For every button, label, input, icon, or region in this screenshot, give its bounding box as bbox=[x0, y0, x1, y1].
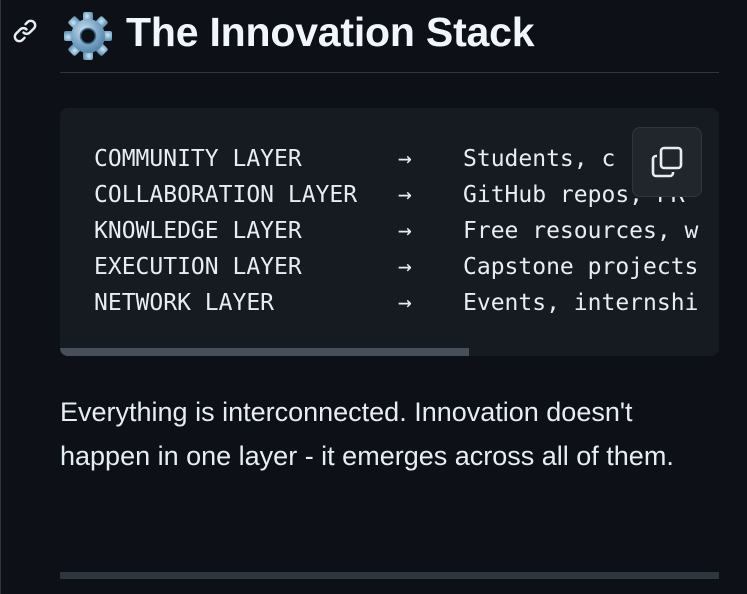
copy-icon bbox=[651, 146, 683, 178]
layer-label: COMMUNITY LAYER bbox=[94, 146, 302, 172]
arrow-glyph: → bbox=[398, 254, 412, 280]
page-title: The Innovation Stack bbox=[126, 9, 535, 55]
code-line: COMMUNITY LAYER → Students, c bbox=[94, 142, 615, 176]
markdown-page: The Innovation Stack COMMUNITY LAYER → S… bbox=[0, 0, 747, 594]
horizontal-rule bbox=[60, 572, 719, 579]
layer-label: COLLABORATION LAYER bbox=[94, 182, 358, 208]
arrow-glyph: → bbox=[398, 218, 412, 244]
layer-description: Capstone projects bbox=[463, 254, 699, 280]
layer-label: EXECUTION LAYER bbox=[94, 254, 302, 280]
layer-description: Students, c bbox=[463, 146, 616, 172]
scrollbar-thumb[interactable] bbox=[60, 348, 469, 356]
layer-description: Events, internshi bbox=[463, 290, 699, 316]
code-line: KNOWLEDGE LAYER → Free resources, w bbox=[94, 214, 698, 248]
code-block: COMMUNITY LAYER → Students, c COLLABORAT… bbox=[60, 108, 719, 356]
heading-divider bbox=[60, 72, 719, 73]
arrow-glyph: → bbox=[398, 182, 412, 208]
copy-button[interactable] bbox=[632, 127, 702, 197]
code-scroll-area[interactable]: COMMUNITY LAYER → Students, c COLLABORAT… bbox=[60, 108, 719, 348]
code-line: NETWORK LAYER → Events, internshi bbox=[94, 286, 698, 320]
heading-anchor-link[interactable] bbox=[10, 16, 40, 46]
section-heading: The Innovation Stack bbox=[0, 0, 747, 66]
left-border bbox=[0, 0, 1, 594]
link-icon bbox=[13, 19, 37, 43]
horizontal-scrollbar[interactable] bbox=[60, 348, 719, 356]
arrow-glyph: → bbox=[398, 290, 412, 316]
code-line: EXECUTION LAYER → Capstone projects bbox=[94, 250, 698, 284]
arrow-glyph: → bbox=[398, 146, 412, 172]
code-line: COLLABORATION LAYER → GitHub repos, PR bbox=[94, 178, 685, 212]
gear-icon bbox=[64, 12, 112, 60]
body-paragraph: Everything is interconnected. Innovation… bbox=[60, 397, 674, 471]
layer-label: NETWORK LAYER bbox=[94, 290, 275, 316]
layer-label: KNOWLEDGE LAYER bbox=[94, 218, 302, 244]
layer-description: Free resources, w bbox=[463, 218, 699, 244]
